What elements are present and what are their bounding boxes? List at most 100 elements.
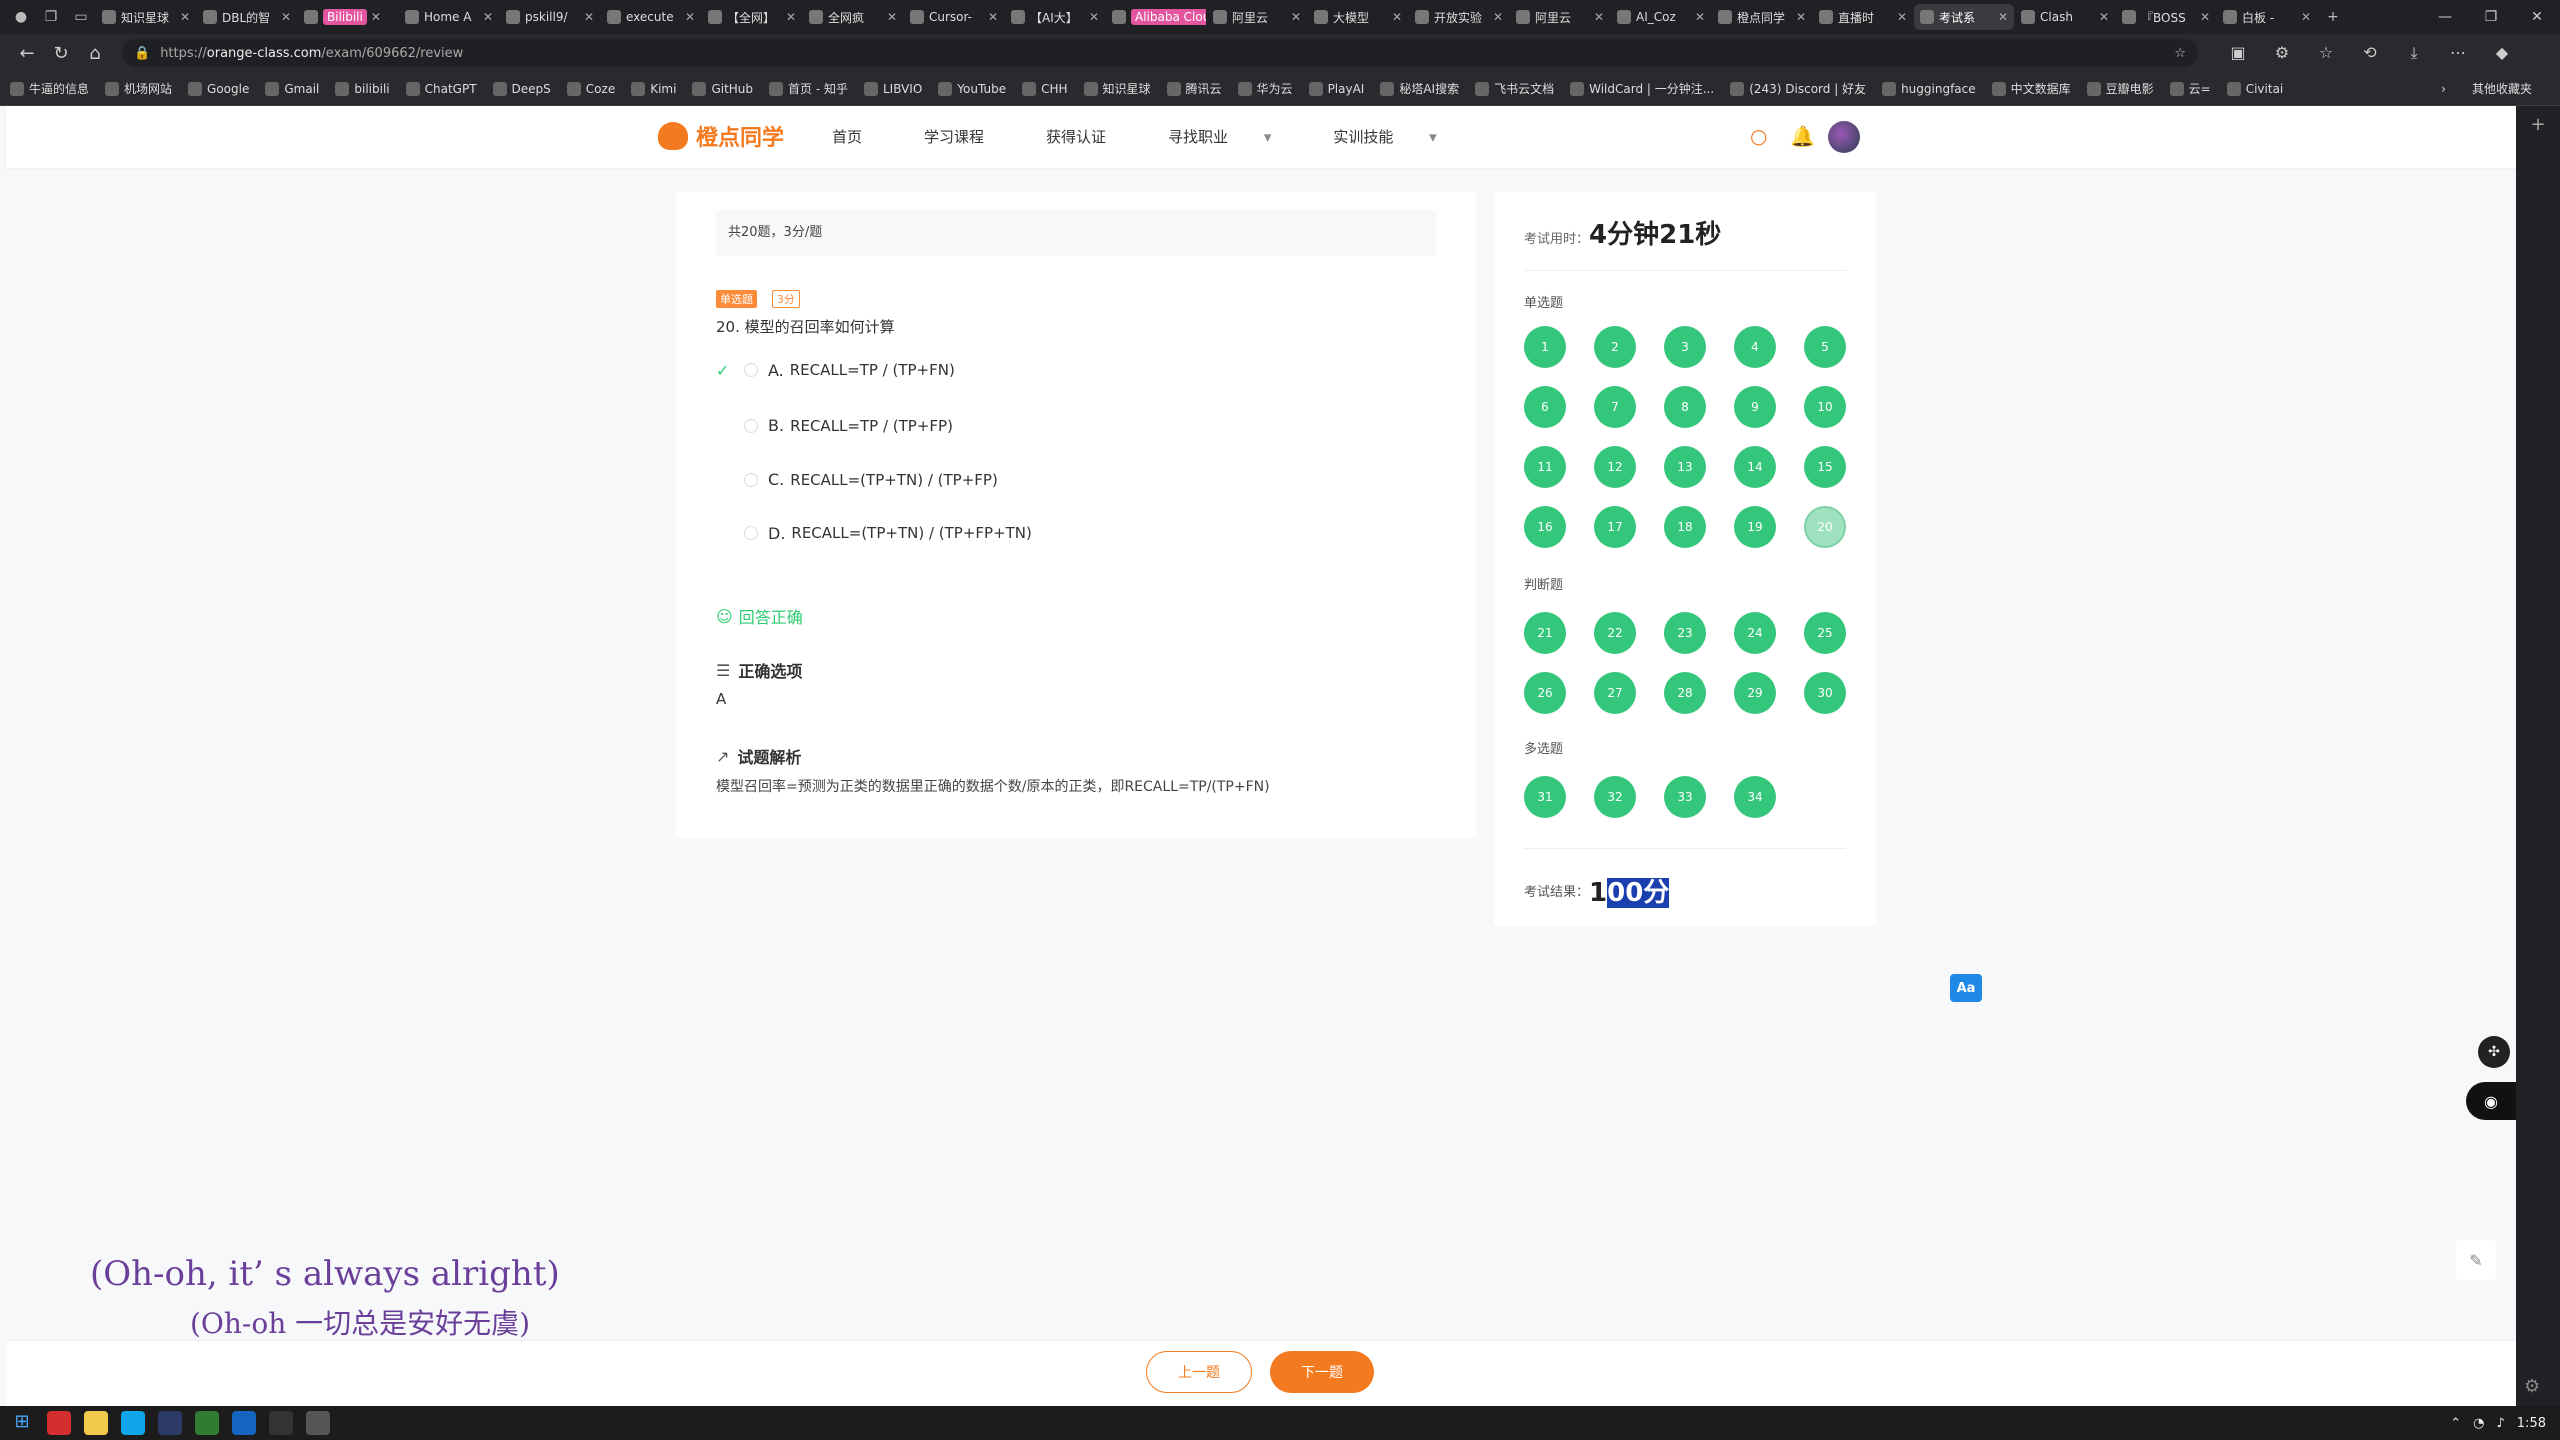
browser-tab[interactable]: 【全网】 ✕ [702, 4, 802, 30]
browser-tab[interactable]: pskill9/ ✕ [500, 4, 600, 30]
bookmark-item[interactable]: Kimi [631, 81, 676, 96]
answer-option[interactable]: D. RECALL=(TP+TN) / (TP+FP+TN) [716, 524, 1032, 543]
browser-tab[interactable]: 【AI大】 ✕ [1005, 4, 1105, 30]
bookmark-item[interactable]: 飞书云文档 [1475, 80, 1554, 97]
question-number-button[interactable]: 11 [1524, 446, 1566, 488]
question-number-button[interactable]: 10 [1804, 386, 1846, 428]
browser-tab[interactable]: 开放实验 ✕ [1409, 4, 1509, 30]
question-number-button[interactable]: 29 [1734, 672, 1776, 714]
bookmark-item[interactable]: 知识星球 [1083, 80, 1151, 97]
radio-button[interactable] [744, 526, 758, 541]
tab-close-icon[interactable]: ✕ [1897, 10, 1907, 24]
question-number-button[interactable]: 12 [1594, 446, 1636, 488]
tab-close-icon[interactable]: ✕ [180, 10, 190, 24]
tab-close-icon[interactable]: ✕ [887, 10, 897, 24]
edge-icon[interactable] [121, 1411, 145, 1435]
tab-close-icon[interactable]: ✕ [1695, 10, 1705, 24]
bookmark-item[interactable]: 腾讯云 [1166, 80, 1222, 97]
question-number-button[interactable]: 22 [1594, 612, 1636, 654]
workspaces-icon[interactable]: ❐ [36, 3, 66, 31]
avatar[interactable] [1828, 121, 1860, 153]
back-icon[interactable]: ← [10, 36, 44, 70]
question-number-button[interactable]: 6 [1524, 386, 1566, 428]
browser-tab[interactable]: 白板 - ✕ [2217, 4, 2317, 30]
browser-tab[interactable]: 知识星球 ✕ [96, 4, 196, 30]
tab-close-icon[interactable]: ✕ [988, 10, 998, 24]
bookmark-item[interactable]: bilibili [335, 81, 390, 96]
question-number-button[interactable]: 18 [1664, 506, 1706, 548]
extensions-icon[interactable]: ⚙ [2260, 43, 2304, 63]
browser-tab[interactable]: Bilibili ✕ [298, 4, 398, 30]
tab-close-icon[interactable]: ✕ [1796, 10, 1806, 24]
site-logo[interactable]: 橙点同学 [658, 120, 784, 152]
question-number-button[interactable]: 9 [1734, 386, 1776, 428]
browser-tab[interactable]: 大模型 ✕ [1308, 4, 1408, 30]
question-number-button[interactable]: 8 [1664, 386, 1706, 428]
question-number-button[interactable]: 2 [1594, 326, 1636, 368]
question-number-button[interactable]: 5 [1804, 326, 1846, 368]
browser-tab[interactable]: 考试系 ✕ [1914, 4, 2014, 30]
browser-tab[interactable]: 橙点同学 ✕ [1712, 4, 1812, 30]
question-number-button[interactable]: 31 [1524, 776, 1566, 818]
tab-close-icon[interactable]: ✕ [1594, 10, 1604, 24]
bookmark-item[interactable]: 豆瓣电影 [2086, 80, 2154, 97]
restore-button[interactable]: ❐ [2468, 9, 2514, 25]
volume-icon[interactable]: ♪ [2497, 1416, 2505, 1431]
question-number-button[interactable]: 19 [1734, 506, 1776, 548]
settings-gear-icon[interactable]: ⚙ [2524, 1376, 2540, 1397]
question-number-button[interactable]: 4 [1734, 326, 1776, 368]
question-number-button[interactable]: 7 [1594, 386, 1636, 428]
copilot-icon[interactable]: ◆ [2480, 43, 2524, 63]
nav-item[interactable]: 实训技能 ▾ [1333, 126, 1467, 147]
clock[interactable]: 1:58 [2517, 1416, 2546, 1431]
bookmark-item[interactable]: 中文数据库 [1991, 80, 2071, 97]
bookmark-item[interactable]: Coze [566, 81, 615, 96]
terminal-icon[interactable] [306, 1411, 330, 1435]
bookmark-item[interactable]: DeepS [492, 81, 551, 96]
bookmark-item[interactable]: GitHub [692, 81, 753, 96]
bookmark-item[interactable]: Google [188, 81, 249, 96]
tab-close-icon[interactable]: ✕ [2099, 10, 2109, 24]
apps-icon[interactable]: ✣ [2478, 1036, 2510, 1068]
other-bookmarks[interactable]: 其他收藏夹 [2472, 80, 2532, 97]
new-tab-button[interactable]: + [2318, 3, 2348, 31]
nav-item[interactable]: 学习课程 [924, 126, 1015, 147]
browser-tab[interactable]: Cursor- ✕ [904, 4, 1004, 30]
browser-tab[interactable]: 阿里云 ✕ [1510, 4, 1610, 30]
bookmark-item[interactable]: 首页 - 知乎 [769, 80, 848, 97]
tab-close-icon[interactable]: ✕ [483, 10, 493, 24]
question-number-button[interactable]: 34 [1734, 776, 1776, 818]
nav-item[interactable]: 首页 [832, 126, 893, 147]
taskbar-app-icon[interactable] [47, 1411, 71, 1435]
question-number-button[interactable]: 30 [1804, 672, 1846, 714]
question-number-button[interactable]: 13 [1664, 446, 1706, 488]
tab-close-icon[interactable]: ✕ [1291, 10, 1301, 24]
taskbar-app-icon[interactable] [158, 1411, 182, 1435]
tab-close-icon[interactable]: ✕ [1089, 10, 1099, 24]
bookmarks-overflow-icon[interactable]: › [2441, 82, 2446, 96]
tab-close-icon[interactable]: ✕ [281, 10, 291, 24]
answer-option[interactable]: B. RECALL=TP / (TP+FP) [716, 416, 953, 435]
bookmark-item[interactable]: 秘塔AI搜索 [1380, 80, 1459, 97]
question-number-button[interactable]: 1 [1524, 326, 1566, 368]
browser-tab[interactable]: 全网疯 ✕ [803, 4, 903, 30]
browser-tab[interactable]: Alibaba Cloud✕ [1106, 4, 1206, 30]
browser-tab[interactable]: execute ✕ [601, 4, 701, 30]
favorites-icon[interactable]: ☆ [2304, 43, 2348, 63]
question-number-button[interactable]: 21 [1524, 612, 1566, 654]
taskbar-app-icon[interactable] [232, 1411, 256, 1435]
question-number-button[interactable]: 26 [1524, 672, 1566, 714]
browser-tab[interactable]: 阿里云 ✕ [1207, 4, 1307, 30]
question-number-button[interactable]: 15 [1804, 446, 1846, 488]
nav-item[interactable]: 寻找职业 ▾ [1168, 126, 1302, 147]
next-question-button[interactable]: 下一题 [1270, 1351, 1374, 1393]
url-field[interactable]: 🔒 https://orange-class.com/exam/609662/r… [122, 39, 2198, 67]
answer-option[interactable]: C. RECALL=(TP+TN) / (TP+FP) [716, 470, 998, 489]
radio-button[interactable] [744, 418, 758, 433]
bookmark-item[interactable]: PlayAI [1308, 81, 1364, 96]
bookmark-item[interactable]: 牛逼的信息 [10, 80, 89, 97]
wifi-icon[interactable]: ◔ [2473, 1416, 2484, 1431]
tab-close-icon[interactable]: ✕ [685, 10, 695, 24]
question-number-button[interactable]: 33 [1664, 776, 1706, 818]
question-number-button[interactable]: 23 [1664, 612, 1706, 654]
